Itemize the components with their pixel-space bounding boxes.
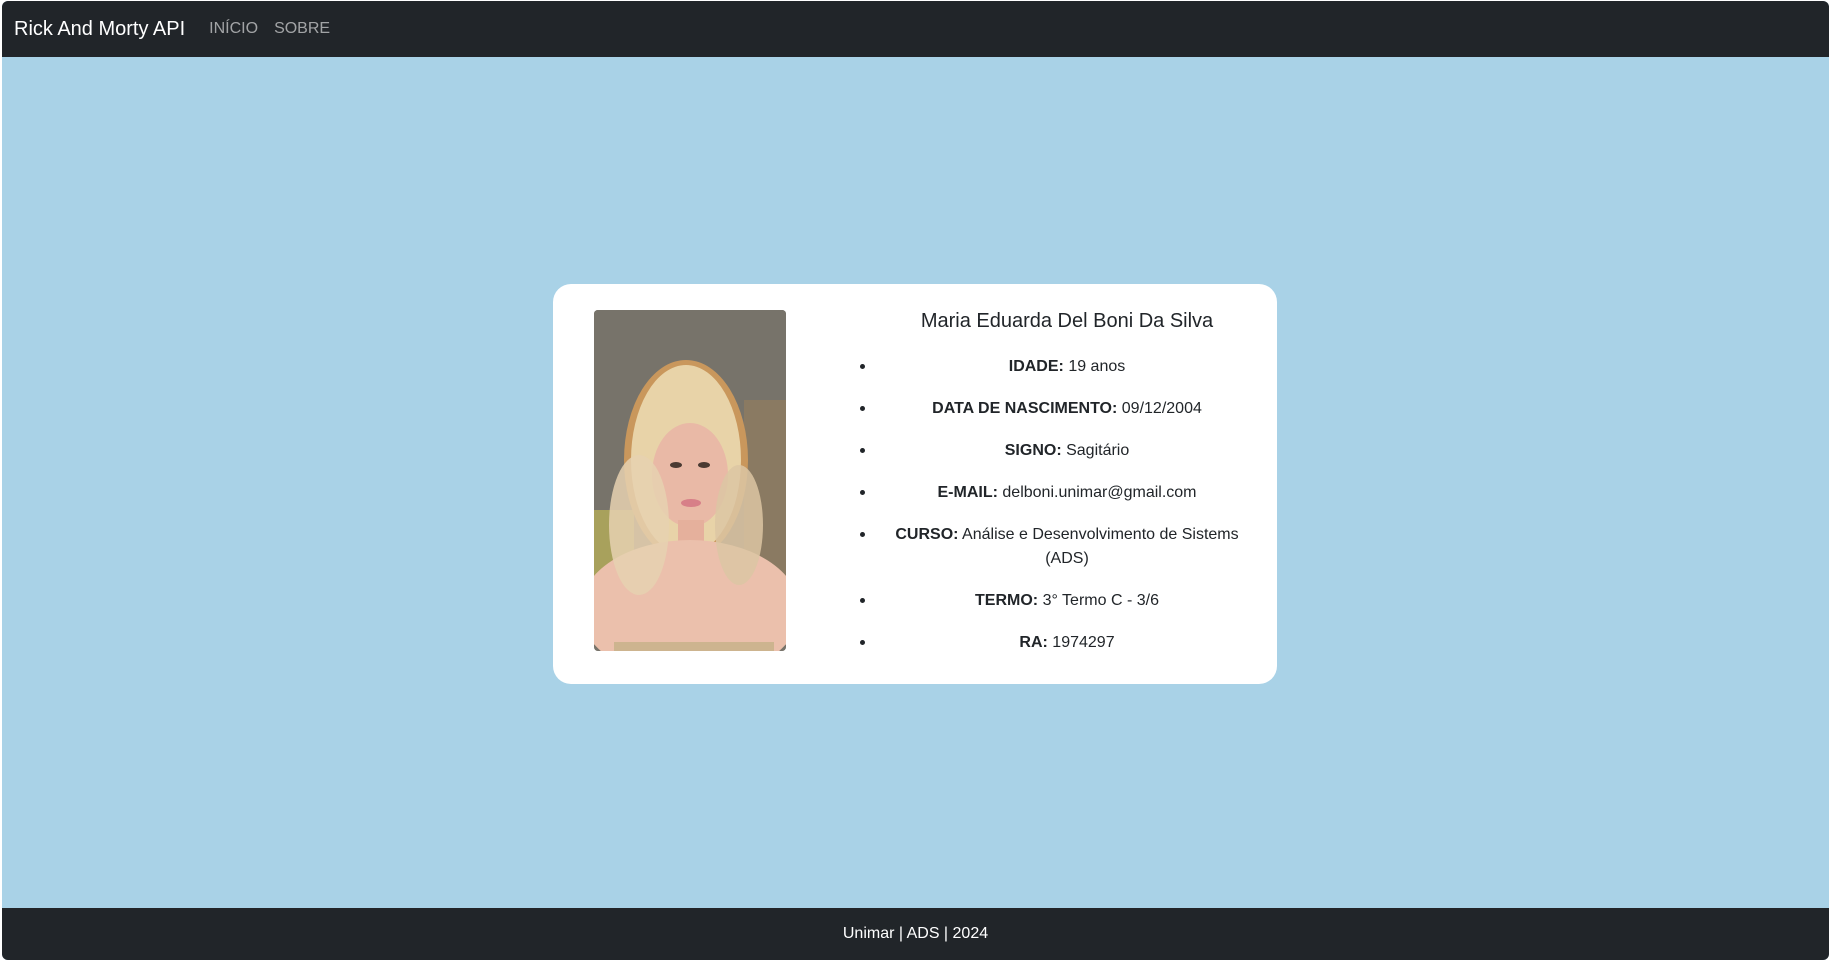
profile-name: Maria Eduarda Del Boni Da Silva	[920, 310, 1214, 332]
profile-photo-illustration	[594, 310, 786, 651]
brand-link[interactable]: Rick And Morty API	[14, 18, 185, 41]
detail-email: E-MAIL: delboni.unimar@gmail.com	[877, 479, 1257, 505]
detail-value: delboni.unimar@gmail.com	[1002, 484, 1197, 501]
detail-data-nascimento: DATA DE NASCIMENTO: 09/12/2004	[877, 395, 1257, 421]
page-frame: Rick And Morty API INÍCIO SOBRE Maria Ed…	[2, 1, 1829, 960]
detail-value: 19 anos	[1068, 358, 1126, 375]
detail-value: 1974297	[1052, 634, 1115, 651]
profile-photo	[594, 310, 786, 651]
detail-label: SIGNO:	[1004, 442, 1062, 459]
detail-signo: SIGNO: Sagitário	[877, 437, 1257, 463]
detail-value: Análise e Desenvolvimento de Sistems (AD…	[962, 526, 1239, 567]
profile-card: Maria Eduarda Del Boni Da Silva IDADE: 1…	[553, 284, 1277, 684]
detail-label: DATA DE NASCIMENTO:	[932, 400, 1118, 417]
detail-label: CURSO:	[895, 526, 959, 543]
footer-text: Unimar | ADS | 2024	[842, 925, 989, 942]
profile-info: Maria Eduarda Del Boni Da Silva IDADE: 1…	[843, 310, 1257, 671]
profile-details-list: IDADE: 19 anos DATA DE NASCIMENTO: 09/12…	[843, 353, 1257, 655]
detail-ra: RA: 1974297	[877, 629, 1257, 655]
detail-termo: TERMO: 3° Termo C - 3/6	[877, 587, 1257, 613]
nav-link-inicio[interactable]: INÍCIO	[209, 20, 258, 38]
detail-curso: CURSO: Análise e Desenvolvimento de Sist…	[877, 521, 1257, 571]
detail-value: 3° Termo C - 3/6	[1042, 592, 1159, 609]
footer: Unimar | ADS | 2024	[2, 908, 1829, 960]
detail-label: IDADE:	[1008, 358, 1064, 375]
detail-label: TERMO:	[975, 592, 1039, 609]
detail-idade: IDADE: 19 anos	[877, 353, 1257, 379]
detail-label: E-MAIL:	[937, 484, 998, 501]
detail-value: 09/12/2004	[1121, 400, 1202, 417]
detail-label: RA:	[1019, 634, 1048, 651]
navbar: Rick And Morty API INÍCIO SOBRE	[2, 1, 1829, 57]
detail-value: Sagitário	[1066, 442, 1130, 459]
nav-link-sobre[interactable]: SOBRE	[274, 20, 330, 38]
